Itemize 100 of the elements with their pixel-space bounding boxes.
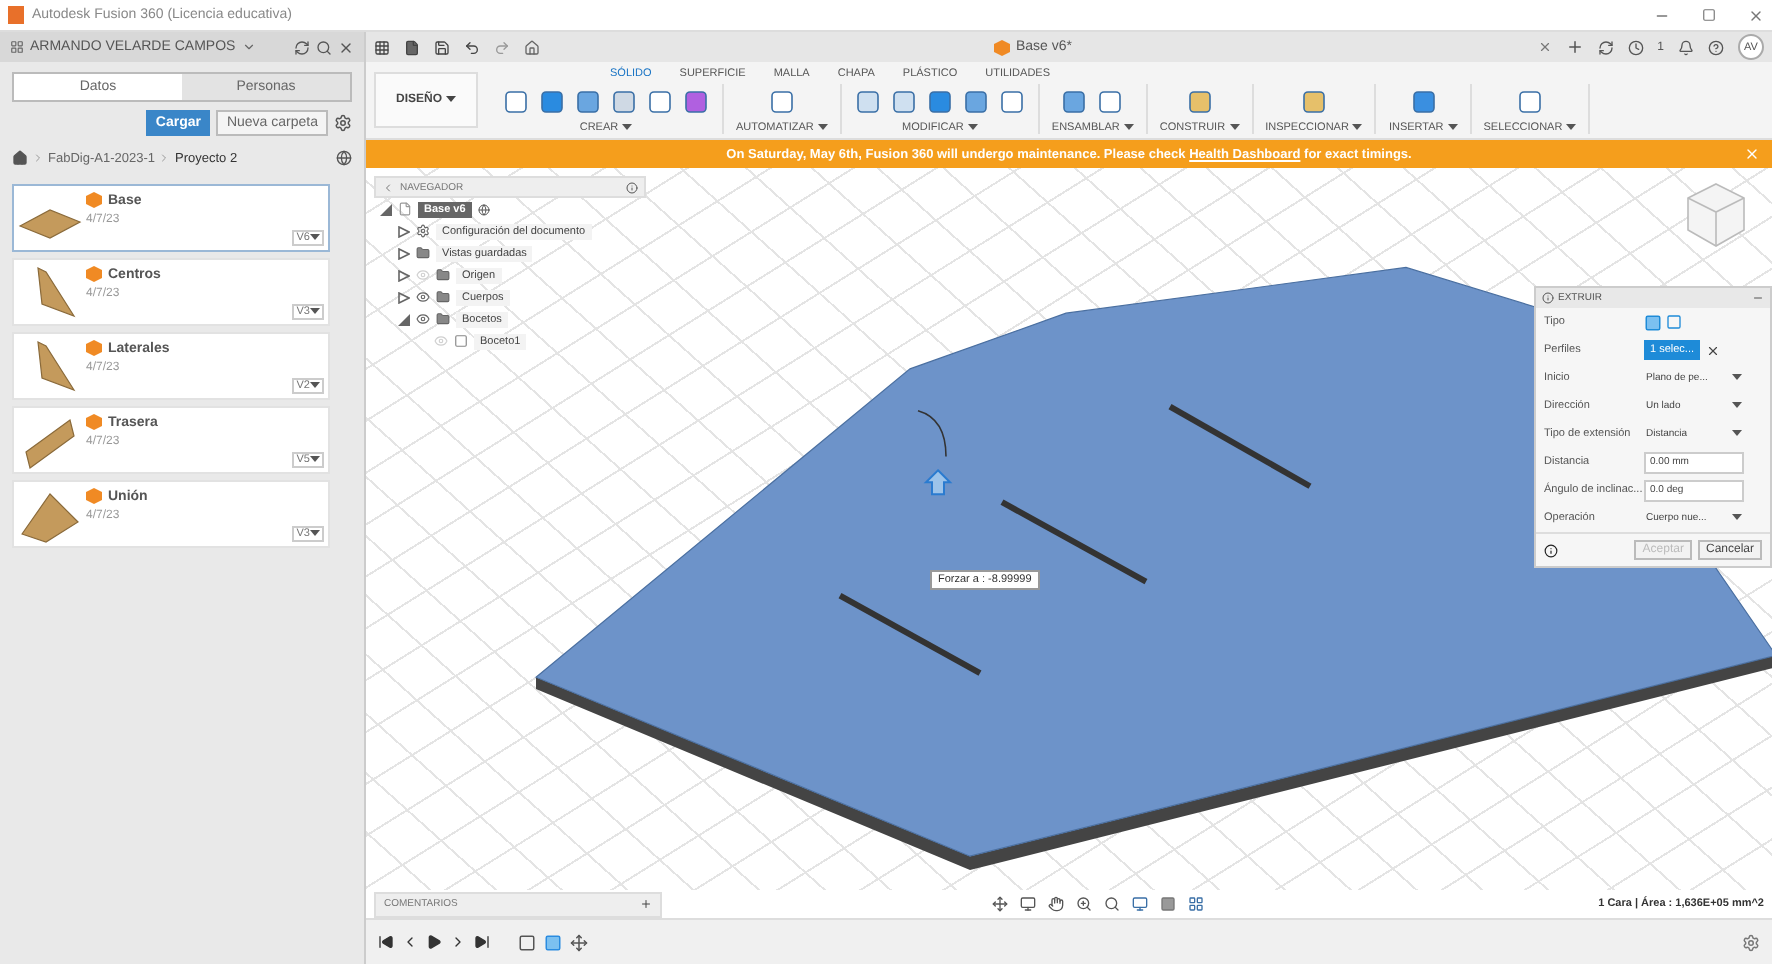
folder-icon[interactable]	[436, 290, 450, 304]
help-icon[interactable]	[1708, 39, 1724, 55]
zoom-icon[interactable]	[1076, 896, 1092, 912]
caret-icon[interactable]	[310, 530, 320, 538]
caret-icon[interactable]	[1447, 123, 1458, 131]
triangle-thumbnail	[37, 340, 76, 392]
caret-icon[interactable]	[1566, 123, 1577, 131]
app-logo-icon	[8, 6, 24, 24]
file-icon[interactable]	[404, 39, 420, 55]
search-icon[interactable]	[316, 39, 332, 55]
clock-icon[interactable]	[1627, 39, 1644, 55]
caret-icon[interactable]	[310, 234, 320, 242]
radio-icon[interactable]	[477, 203, 490, 215]
first-icon[interactable]	[378, 934, 394, 950]
home-icon[interactable]	[524, 39, 540, 55]
caret-icon[interactable]	[310, 382, 320, 390]
move-feature-icon[interactable]	[570, 933, 588, 951]
bell-icon[interactable]	[1678, 39, 1694, 55]
expanded-arrow-icon[interactable]	[380, 203, 392, 215]
cube-icon	[86, 488, 102, 504]
close-icon[interactable]	[338, 39, 354, 55]
pan-icon[interactable]	[1048, 896, 1064, 912]
collapsed-arrow-icon[interactable]	[398, 225, 410, 237]
close-icon[interactable]	[1748, 7, 1764, 23]
panel-thumbnail	[25, 419, 75, 469]
combine-icon[interactable]	[925, 88, 954, 116]
hole-icon[interactable]	[610, 88, 638, 116]
display-icon[interactable]	[1132, 896, 1148, 912]
folder-icon[interactable]	[436, 268, 450, 282]
add-comment-icon[interactable]	[640, 898, 652, 910]
box-icon[interactable]	[538, 88, 566, 116]
folder-icon[interactable]	[436, 312, 450, 326]
eye-icon[interactable]	[416, 312, 430, 326]
caret-icon[interactable]	[446, 96, 456, 104]
sketch-feature-icon[interactable]	[518, 933, 536, 951]
maximize-icon[interactable]	[1702, 8, 1716, 22]
extrude-feature-icon[interactable]	[544, 933, 562, 951]
close-icon[interactable]	[1537, 40, 1552, 54]
grid-icon[interactable]	[1188, 896, 1204, 912]
collapsed-arrow-icon[interactable]	[398, 247, 410, 259]
search-icon[interactable]	[1104, 896, 1120, 912]
plane-icon[interactable]	[1185, 88, 1214, 116]
home-icon[interactable]	[12, 150, 28, 166]
refresh-icon[interactable]	[1597, 39, 1614, 55]
new-tab-icon[interactable]	[1565, 38, 1584, 56]
grid-icon[interactable]	[374, 39, 390, 55]
caret-icon[interactable]	[1229, 123, 1240, 131]
caret-icon[interactable]	[1732, 402, 1742, 410]
settings-icon[interactable]	[334, 114, 352, 132]
caret-icon[interactable]	[1732, 430, 1742, 438]
collapsed-arrow-icon[interactable]	[398, 269, 410, 281]
gear-icon[interactable]	[416, 224, 430, 238]
caret-icon[interactable]	[310, 308, 320, 316]
folder-icon[interactable]	[416, 246, 430, 260]
last-icon[interactable]	[474, 934, 490, 950]
caret-icon[interactable]	[1732, 514, 1742, 522]
caret-icon[interactable]	[310, 456, 320, 464]
measure-icon[interactable]	[1300, 88, 1328, 116]
undo-icon[interactable]	[464, 39, 480, 55]
sketch-icon[interactable]	[502, 88, 530, 116]
visual-style-icon[interactable]	[1160, 896, 1176, 912]
sketch-icon[interactable]	[454, 334, 468, 348]
thin-extent-icon[interactable]	[1666, 314, 1682, 330]
team-icon[interactable]	[10, 40, 24, 54]
component-icon[interactable]	[1060, 88, 1089, 116]
move-icon[interactable]	[997, 88, 1026, 116]
previous-icon[interactable]	[402, 934, 418, 950]
refresh-icon[interactable]	[294, 39, 310, 55]
chevron-down-icon[interactable]	[241, 40, 256, 54]
joint-icon[interactable]	[1096, 88, 1125, 116]
settings-icon[interactable]	[1742, 933, 1760, 951]
pattern-icon[interactable]	[646, 88, 674, 116]
caret-icon[interactable]	[967, 123, 978, 131]
caret-icon[interactable]	[1732, 374, 1742, 382]
solid-extent-icon[interactable]	[1644, 313, 1662, 331]
next-icon[interactable]	[450, 934, 466, 950]
info-icon[interactable]	[1544, 543, 1558, 557]
cube-icon	[86, 340, 102, 356]
orbit-icon[interactable]	[992, 896, 1008, 912]
eye-icon[interactable]	[416, 290, 430, 304]
cylinder-icon[interactable]	[574, 88, 602, 116]
globe-icon[interactable]	[336, 150, 352, 166]
expanded-arrow-icon[interactable]	[398, 313, 410, 325]
document-icon[interactable]	[398, 202, 412, 216]
caret-icon[interactable]	[817, 123, 828, 131]
play-icon[interactable]	[426, 934, 442, 950]
stack-icon[interactable]	[961, 88, 990, 116]
angle-arc	[917, 409, 947, 458]
node-graph-icon[interactable]	[767, 88, 796, 116]
fillet-icon[interactable]	[853, 88, 882, 116]
caret-icon[interactable]	[1123, 123, 1134, 131]
image-icon[interactable]	[1409, 88, 1438, 116]
shell-icon[interactable]	[889, 88, 918, 116]
caret-icon[interactable]	[622, 123, 633, 131]
caret-icon[interactable]	[1352, 123, 1363, 131]
collapsed-arrow-icon[interactable]	[398, 291, 410, 303]
clear-icon[interactable]	[1706, 343, 1721, 357]
plate-thumbnail	[18, 209, 82, 239]
save-icon[interactable]	[434, 39, 450, 55]
select-icon[interactable]	[1515, 88, 1544, 116]
